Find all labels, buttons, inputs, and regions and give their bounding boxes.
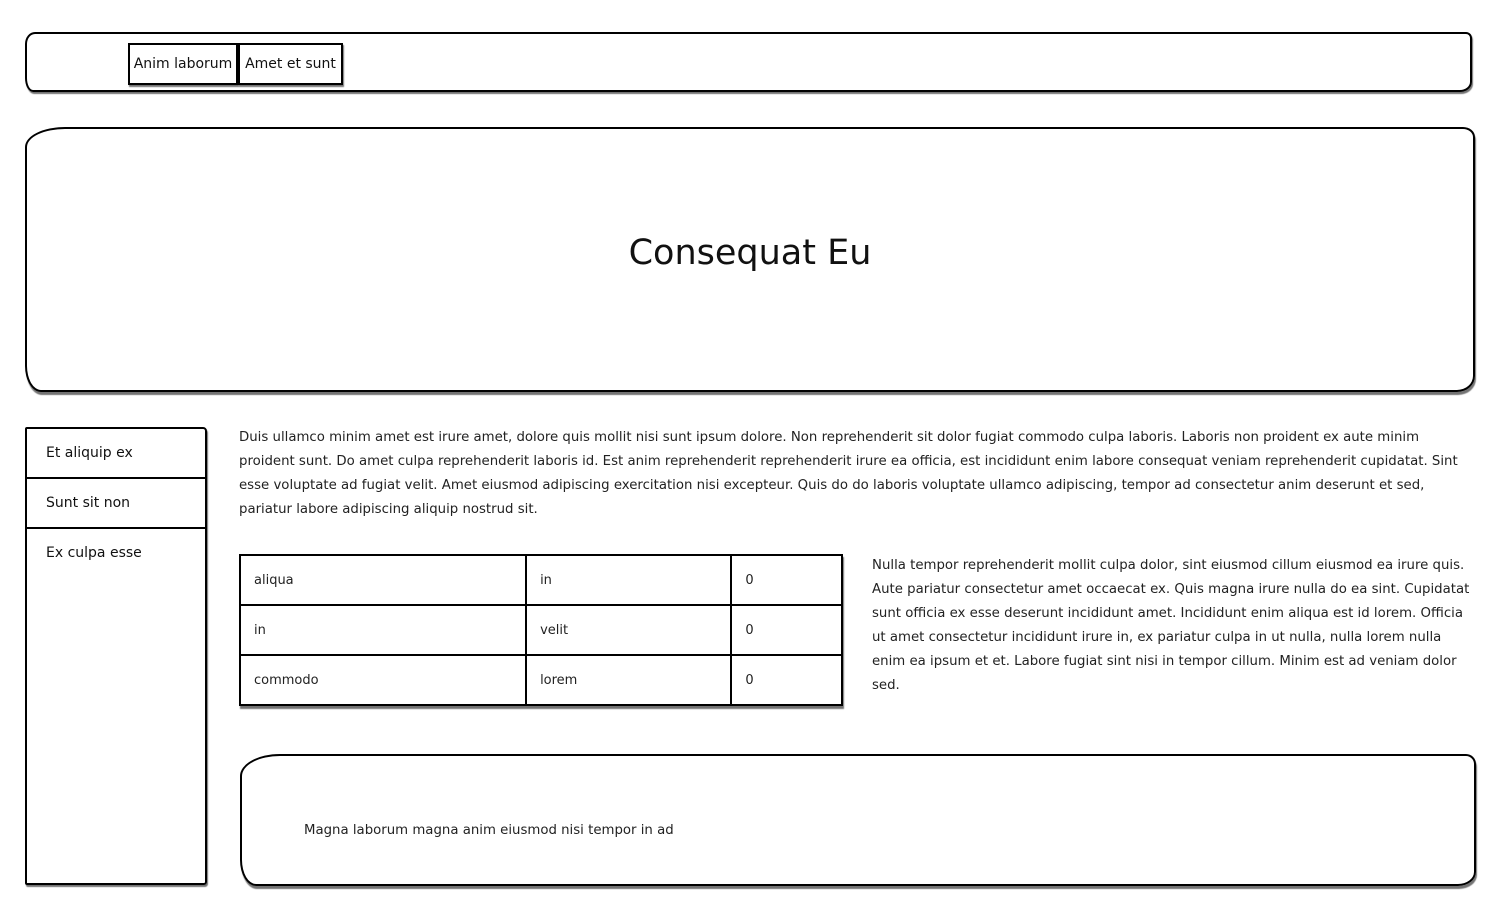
table-cell: 0 (730, 554, 843, 606)
table-cell: in (238, 604, 528, 656)
sidebar-menu: Et aliquip ex Sunt sit non Ex culpa esse (25, 427, 207, 885)
nav-button-amet-et-sunt[interactable]: Amet et sunt (238, 43, 343, 85)
table-cell: 0 (730, 654, 843, 706)
nav-button-anim-laborum[interactable]: Anim laborum (128, 43, 238, 85)
sidebar-item-sunt-sit-non[interactable]: Sunt sit non (27, 479, 205, 529)
table-cell: 0 (730, 604, 843, 656)
side-paragraph: Nulla tempor reprehenderit mollit culpa … (872, 558, 1470, 693)
sidebar-item-et-aliquip-ex[interactable]: Et aliquip ex (27, 429, 205, 479)
hero-banner: Consequat Eu (25, 127, 1475, 392)
footer-text: Magna laborum magna anim eiusmod nisi te… (304, 823, 674, 838)
footer-panel: Magna laborum magna anim eiusmod nisi te… (240, 754, 1476, 886)
top-navigation-bar: Anim laborum Amet et sunt (25, 32, 1472, 92)
intro-paragraph: Duis ullamco minim amet est irure amet, … (239, 430, 1458, 517)
table-cell: lorem (525, 654, 733, 706)
data-table: aliqua in 0 in velit 0 commodo lorem 0 (238, 554, 843, 706)
table-row: commodo lorem 0 (238, 654, 843, 706)
table-row: in velit 0 (238, 604, 843, 656)
table-row: aliqua in 0 (238, 554, 843, 606)
table-cell: velit (525, 604, 733, 656)
sidebar-item-ex-culpa-esse[interactable]: Ex culpa esse (27, 529, 205, 579)
table-cell: in (525, 554, 733, 606)
table-cell: aliqua (238, 554, 528, 606)
table-cell: commodo (238, 654, 528, 706)
page-title: Consequat Eu (628, 233, 872, 273)
